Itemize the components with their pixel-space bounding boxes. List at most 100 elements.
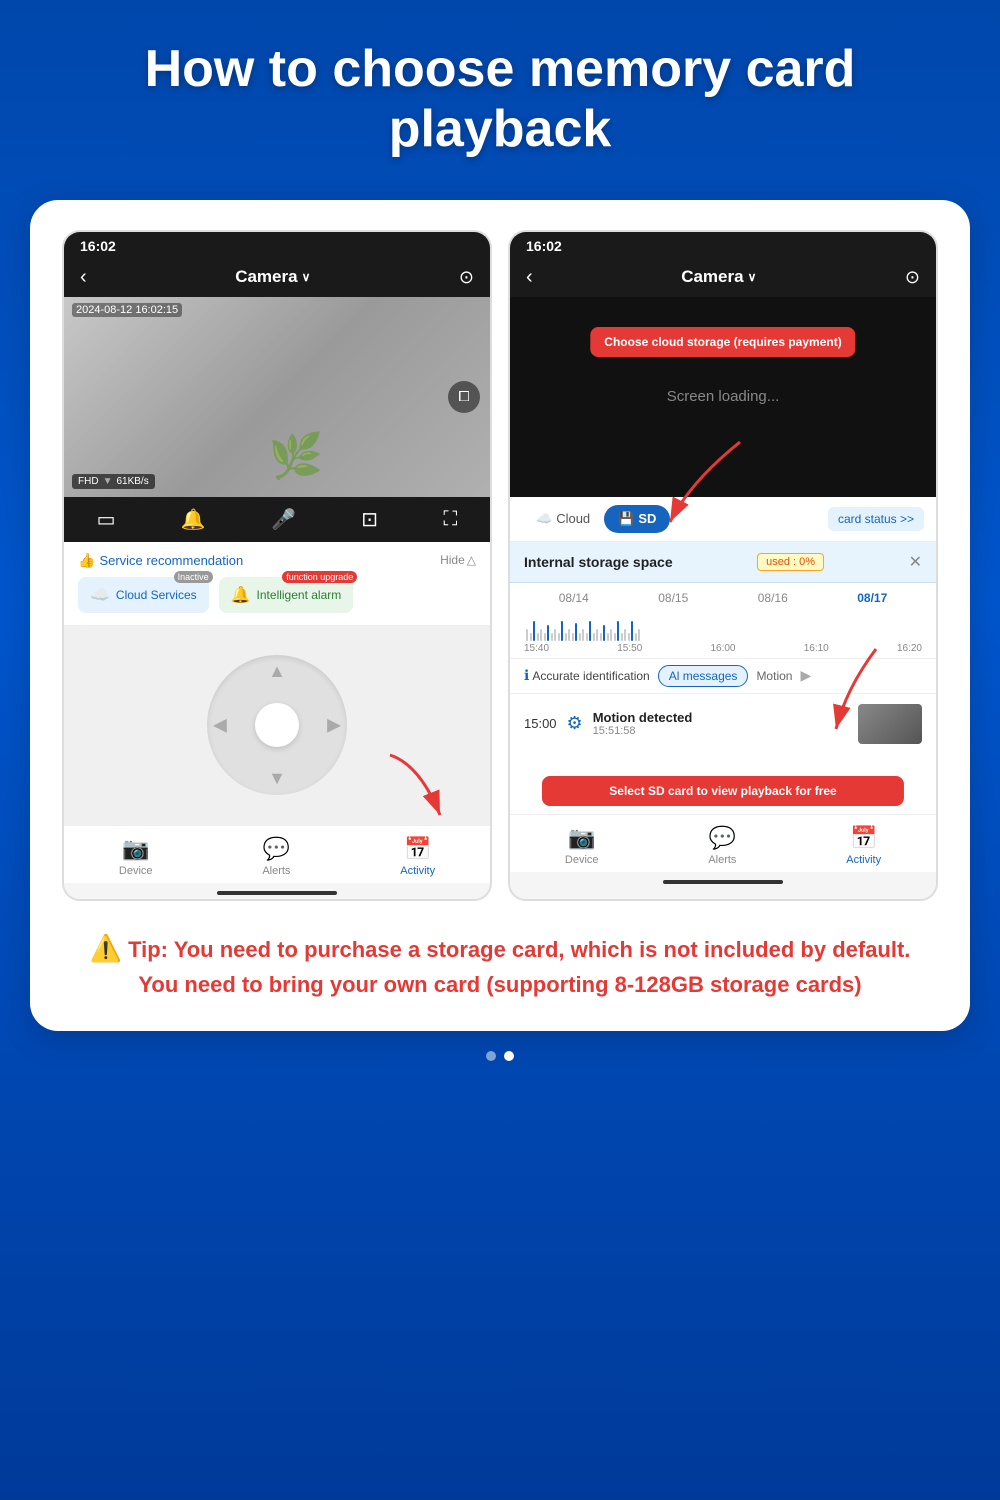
- mic-icon[interactable]: 🎤: [271, 507, 296, 532]
- right-nav-alerts-label: Alerts: [708, 854, 736, 866]
- service-rec-bar: 👍 Service recommendation Hide △: [64, 542, 490, 577]
- dot-2[interactable]: [504, 1051, 514, 1061]
- date-0816[interactable]: 08/16: [723, 591, 823, 605]
- device-icon: 📷: [122, 836, 149, 862]
- left-status-bar: 16:02: [64, 232, 490, 258]
- right-settings-icon[interactable]: ⊙: [905, 267, 920, 288]
- right-phone: 16:02 ‹ Camera ∨ ⊙ Screen loading... Cho…: [508, 230, 938, 901]
- upgrade-badge: function upgrade: [282, 571, 357, 583]
- left-phone: 16:02 ‹ Camera ∨ ⊙ 2024-08-12 16:02:15 🌿…: [62, 230, 492, 901]
- right-chevron-icon: ∨: [748, 270, 757, 284]
- right-nav-activity-label: Activity: [846, 854, 881, 866]
- left-controls-bar: ▭ 🔔 🎤 ⊡ ⛶: [64, 497, 490, 542]
- more-icon[interactable]: ▶: [800, 667, 811, 684]
- time-1540: 15:40: [524, 643, 549, 654]
- alerts-icon: 💬: [263, 836, 290, 862]
- right-nav-device-label: Device: [565, 854, 599, 866]
- left-nav-title: Camera ∨: [235, 267, 310, 287]
- timeline-bar: // Generate ticks dynamically: [510, 605, 936, 641]
- sd-callout: Select SD card to view playback for free: [542, 776, 904, 806]
- card-status-btn[interactable]: card status >>: [828, 507, 924, 531]
- accurate-row: ℹ Accurate identification Al messages Mo…: [510, 658, 936, 693]
- timeline-dates: 08/14 08/15 08/16 08/17: [510, 583, 936, 605]
- chevron-down-icon: ∨: [302, 270, 311, 284]
- right-device-icon: 📷: [568, 825, 595, 851]
- right-nav-device[interactable]: 📷 Device: [565, 825, 599, 866]
- left-nav-device[interactable]: 📷 Device: [119, 836, 153, 877]
- right-back-icon[interactable]: ‹: [526, 266, 533, 289]
- info-icon: ℹ: [524, 667, 529, 684]
- phones-row: 16:02 ‹ Camera ∨ ⊙ 2024-08-12 16:02:15 🌿…: [54, 230, 946, 901]
- left-home-indicator: [64, 883, 490, 899]
- close-icon[interactable]: ✕: [909, 552, 922, 572]
- right-alerts-icon: 💬: [709, 825, 736, 851]
- sd-tab[interactable]: 💾 SD: [604, 505, 670, 533]
- event-sub: 15:51:58: [593, 725, 848, 737]
- cloud-tab-icon: ☁️: [536, 511, 552, 527]
- event-thumbnail[interactable]: [858, 704, 922, 744]
- dot-1[interactable]: [486, 1051, 496, 1061]
- right-bottom-nav: 📷 Device 💬 Alerts 📅 Activity: [510, 814, 936, 872]
- time-1600: 16:00: [710, 643, 735, 654]
- used-badge: used : 0%: [757, 553, 824, 571]
- chevron-up-icon: △: [467, 553, 476, 567]
- cloud-icon: ☁️: [90, 585, 110, 605]
- left-nav-bar: ‹ Camera ∨ ⊙: [64, 258, 490, 297]
- filter-messages-chip[interactable]: Al messages: [658, 665, 749, 687]
- left-nav-activity[interactable]: 📅 Activity: [400, 836, 435, 877]
- intelligent-alarm-btn[interactable]: 🔔 Intelligent alarm function upgrade: [219, 577, 354, 613]
- left-bottom-nav: 📷 Device 💬 Alerts 📅 Activity: [64, 825, 490, 883]
- record-icon[interactable]: ▭: [97, 507, 116, 532]
- ptz-up-btn[interactable]: ▲: [268, 661, 286, 682]
- event-title: Motion detected: [593, 710, 848, 725]
- right-camera-feed: Screen loading... Choose cloud storage (…: [510, 297, 936, 497]
- event-dot-icon: ⚙: [567, 713, 583, 734]
- left-nav-device-label: Device: [119, 865, 153, 877]
- right-nav-alerts[interactable]: 💬 Alerts: [708, 825, 736, 866]
- ptz-down-btn[interactable]: ▼: [268, 768, 286, 789]
- sd-annotation-area: Select SD card to view playback for free: [510, 754, 936, 814]
- date-0817[interactable]: 08/17: [823, 591, 923, 605]
- left-back-icon[interactable]: ‹: [80, 266, 87, 289]
- right-status-bar: 16:02: [510, 232, 936, 258]
- date-0815[interactable]: 08/15: [624, 591, 724, 605]
- ptz-left-btn[interactable]: ◀: [213, 714, 227, 735]
- inactive-badge: Inactive: [174, 571, 213, 583]
- hide-btn[interactable]: Hide △: [440, 553, 476, 567]
- left-nav-alerts[interactable]: 💬 Alerts: [262, 836, 290, 877]
- event-time: 15:00: [524, 716, 557, 731]
- speaker-icon[interactable]: 🔔: [181, 507, 206, 532]
- date-0814[interactable]: 08/14: [524, 591, 624, 605]
- filter-icon[interactable]: ⧠: [448, 381, 480, 413]
- ptz-center: [255, 703, 299, 747]
- warning-icon: ⚠️: [90, 933, 122, 963]
- storage-info-bar: Internal storage space used : 0% ✕: [510, 542, 936, 583]
- fhd-badge: FHD ▼ 61KB/s: [72, 474, 155, 489]
- right-home-indicator: [510, 872, 936, 888]
- activity-icon: 📅: [404, 836, 431, 862]
- cloud-callout: Choose cloud storage (requires payment): [590, 327, 855, 357]
- right-nav-activity[interactable]: 📅 Activity: [846, 825, 881, 866]
- alarm-icon: 🔔: [231, 585, 251, 605]
- time-1610: 16:10: [804, 643, 829, 654]
- cloud-services-btn[interactable]: ☁️ Cloud Services Inactive: [78, 577, 209, 613]
- timeline-times: 15:40 15:50 16:00 16:10 16:20: [510, 641, 936, 658]
- time-1550: 15:50: [617, 643, 642, 654]
- ptz-right-btn[interactable]: ▶: [327, 714, 341, 735]
- motion-label[interactable]: Motion: [756, 669, 792, 683]
- ptz-area: ▲ ▼ ◀ ▶: [64, 625, 490, 825]
- cloud-tab[interactable]: ☁️ Cloud: [522, 505, 604, 533]
- crop-icon[interactable]: ⊡: [361, 507, 378, 532]
- accurate-label: ℹ Accurate identification: [524, 667, 650, 684]
- left-nav-alerts-label: Alerts: [262, 865, 290, 877]
- event-row: 15:00 ⚙ Motion detected 15:51:58: [510, 693, 936, 754]
- screen-loading-text: Screen loading...: [667, 388, 780, 405]
- left-time: 16:02: [80, 238, 116, 254]
- storage-tabs: ☁️ Cloud 💾 SD card status >>: [510, 497, 936, 542]
- fullscreen-icon[interactable]: ⛶: [443, 508, 457, 531]
- tree-decoration: 🌿: [268, 430, 323, 482]
- tip-text: ⚠️ Tip: You need to purchase a storage c…: [74, 929, 926, 1001]
- left-camera-feed: 2024-08-12 16:02:15 🌿 ⧠ FHD ▼ 61KB/s: [64, 297, 490, 497]
- left-camera-timestamp: 2024-08-12 16:02:15: [72, 303, 182, 317]
- left-settings-icon[interactable]: ⊙: [459, 267, 474, 288]
